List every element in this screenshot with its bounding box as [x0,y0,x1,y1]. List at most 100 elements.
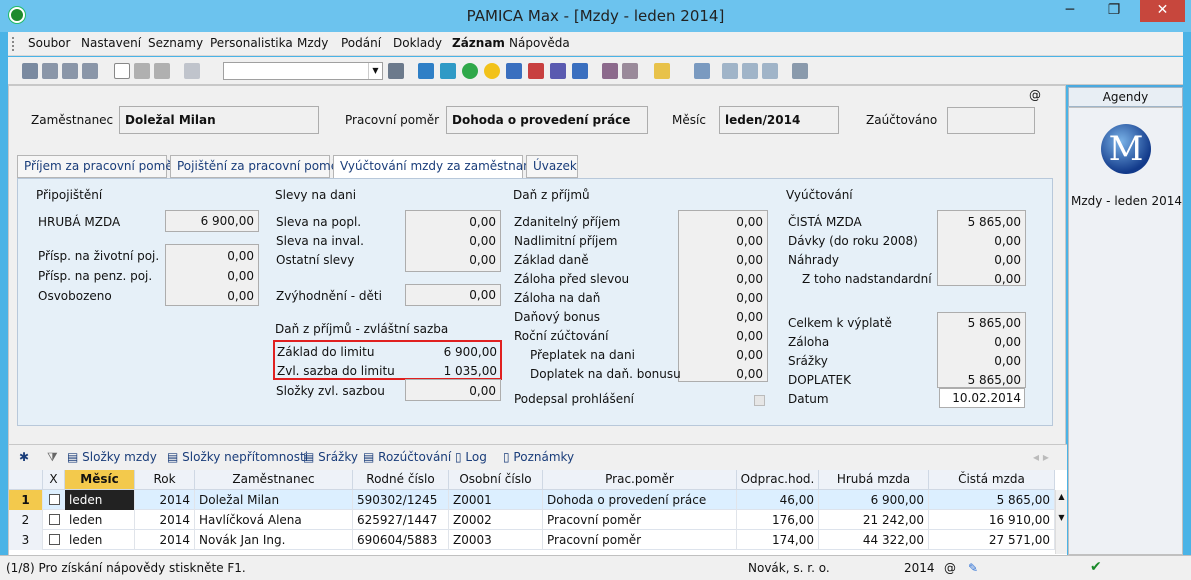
cell-year[interactable]: 2014 [135,530,195,550]
cell-os[interactable]: Z0001 [449,490,543,510]
grid-header-year[interactable]: Rok [135,470,195,490]
funnel-clear-icon[interactable] [622,63,638,79]
tab-prijem[interactable]: Příjem za pracovní poměr [17,155,178,178]
calculator-icon[interactable] [694,63,710,79]
exit-icon[interactable] [22,63,38,79]
cell-employee[interactable]: Novák Jan Ing. [195,530,353,550]
posted-field[interactable] [947,107,1035,134]
list-icon[interactable] [742,63,758,79]
table-row[interactable]: 1 leden 2014 Doležal Milan 590302/1245 Z… [9,490,1055,510]
print-icon[interactable] [62,63,78,79]
note-icon[interactable] [722,63,738,79]
menu-napoveda[interactable]: Nápověda [509,36,570,50]
table-row[interactable]: 3 leden 2014 Novák Jan Ing. 690604/5883 … [9,530,1055,550]
cell-rc[interactable]: 590302/1245 [353,490,449,510]
cell-employee[interactable]: Havlíčková Alena [195,510,353,530]
print-preview-icon[interactable] [82,63,98,79]
module-m4-icon[interactable] [550,63,566,79]
cell-hours[interactable]: 46,00 [737,490,819,510]
menu-podani[interactable]: Podání [341,36,381,50]
module-m5-icon[interactable] [572,63,588,79]
filter-icon[interactable] [388,63,404,79]
scroll-up-icon[interactable]: ▲ [1056,492,1067,501]
grid-header-x[interactable]: X [43,470,65,490]
relation-field[interactable]: Dohoda o provedení práce [446,106,648,134]
person-green-icon[interactable] [462,63,478,79]
scroll-tabs-icon[interactable]: ◂ ▸ [1033,450,1049,464]
close-button[interactable]: ✕ [1140,0,1185,22]
cell-gross[interactable]: 44 322,00 [819,530,929,550]
table-row[interactable]: 2 leden 2014 Havlíčková Alena 625927/144… [9,510,1055,530]
menu-nastaveni[interactable]: Nastavení [81,36,141,50]
copy-icon[interactable] [184,63,200,79]
cell-hours[interactable]: 174,00 [737,530,819,550]
print-setup-icon[interactable] [42,63,58,79]
signed-checkbox[interactable] [754,395,765,406]
funnel-icon[interactable] [602,63,618,79]
tab-poznamky[interactable]: ▯ Poznámky [503,450,574,464]
save-as-icon[interactable] [154,63,170,79]
tab-uvazek[interactable]: Úvazek [526,155,578,178]
tab-vyuctovani[interactable]: Vyúčtování mzdy za zaměstnance [333,155,545,179]
mzdy-logo-icon[interactable]: M [1101,124,1151,174]
cell-pp[interactable]: Pracovní poměr [543,530,737,550]
menu-zaznam[interactable]: Záznam [452,36,505,50]
new-icon[interactable] [114,63,130,79]
maximize-button[interactable]: ❐ [1094,0,1134,22]
cell-os[interactable]: Z0003 [449,530,543,550]
save-icon[interactable] [134,63,150,79]
module-m-icon[interactable] [418,63,434,79]
menu-personalistika[interactable]: Personalistika [210,36,293,50]
cell-os[interactable]: Z0002 [449,510,543,530]
scroll-down-icon[interactable]: ▼ [1056,513,1067,522]
cell-pp[interactable]: Dohoda o provedení práce [543,490,737,510]
grid-header-pp[interactable]: Prac.poměr [543,470,737,490]
tab-slozky-nepritomnosti[interactable]: ▤ Složky nepřítomnosti [167,450,308,464]
cell-rc[interactable]: 625927/1447 [353,510,449,530]
cell-net[interactable]: 5 865,00 [929,490,1055,510]
employee-field[interactable]: Doležal Milan [119,106,319,134]
cell-rc[interactable]: 690604/5883 [353,530,449,550]
module-m3-icon[interactable] [528,63,544,79]
cell-pp[interactable]: Pracovní poměr [543,510,737,530]
grid-header-employee[interactable]: Zaměstnanec [195,470,353,490]
cell-net[interactable]: 27 571,00 [929,530,1055,550]
grid-header-net[interactable]: Čistá mzda [929,470,1055,490]
menu-mzdy[interactable]: Mzdy [297,36,328,50]
cell-month[interactable]: leden [65,490,135,510]
person-up-icon[interactable] [440,63,456,79]
menu-doklady[interactable]: Doklady [393,36,442,50]
tab-slozky-mzdy[interactable]: ▤ Složky mzdy [67,450,157,464]
row-checkbox[interactable] [49,514,60,525]
grid-header-gross[interactable]: Hrubá mzda [819,470,929,490]
person-yellow-icon[interactable] [484,63,500,79]
tab-srazky[interactable]: ▤ Srážky [303,450,358,464]
help-icon[interactable] [792,63,808,79]
grid-header-rc[interactable]: Rodné číslo [353,470,449,490]
cell-gross[interactable]: 21 242,00 [819,510,929,530]
cell-year[interactable]: 2014 [135,510,195,530]
grid-header-os[interactable]: Osobní číslo [449,470,543,490]
window-icon[interactable] [762,63,778,79]
filter-icon[interactable]: ⧩ [47,450,58,465]
toolbar-combo[interactable]: ▼ [223,62,383,80]
tab-pojisteni[interactable]: Pojištění za pracovní poměr [170,155,343,178]
cell-month[interactable]: leden [65,510,135,530]
chevron-down-icon[interactable]: ▼ [368,63,382,79]
cell-employee[interactable]: Doležal Milan [195,490,353,510]
menu-seznamy[interactable]: Seznamy [148,36,203,50]
cell-net[interactable]: 16 910,00 [929,510,1055,530]
grid-scrollbar[interactable]: ▲ ▼ [1055,490,1067,554]
tab-rozuctovani[interactable]: ▤ Rozúčtování [363,450,451,464]
row-checkbox[interactable] [49,534,60,545]
cell-gross[interactable]: 6 900,00 [819,490,929,510]
grid-header-hours[interactable]: Odprac.hod. [737,470,819,490]
grid-header-month[interactable]: Měsíc [65,470,135,490]
agendy-item-label[interactable]: Mzdy - leden 2014 [1069,194,1184,208]
row-checkbox[interactable] [49,494,60,505]
module-m2-icon[interactable] [506,63,522,79]
tab-log[interactable]: ▯ Log [455,450,487,464]
month-field[interactable]: leden/2014 [719,106,839,134]
add-record-icon[interactable]: ✱ [19,450,29,464]
cell-month[interactable]: leden [65,530,135,550]
